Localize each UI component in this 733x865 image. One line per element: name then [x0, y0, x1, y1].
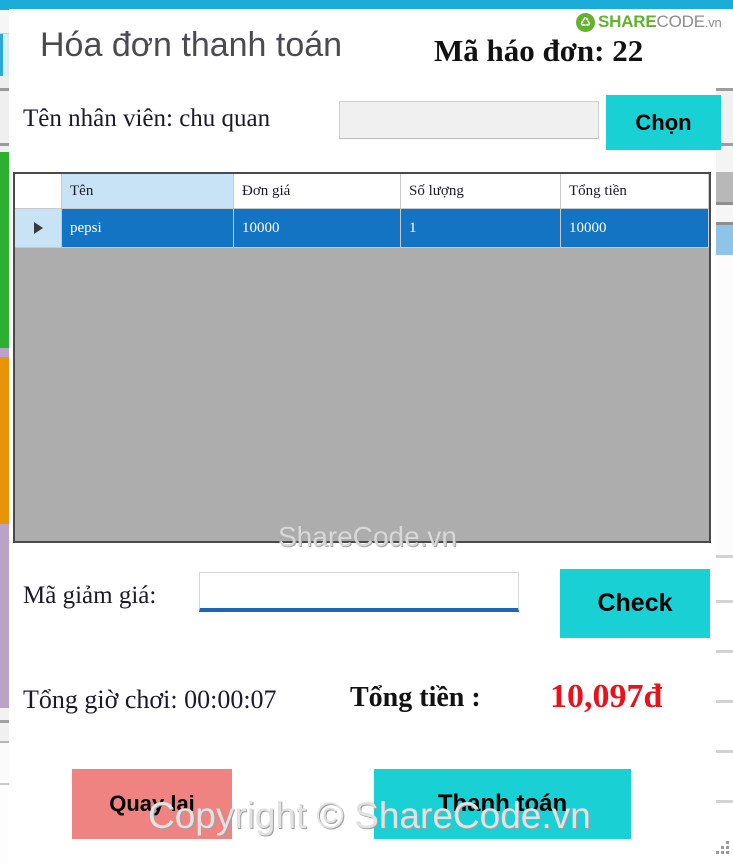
invoice-items-grid[interactable]: Tên Đơn giá Số lượng Tổng tiền pepsi 100… [13, 172, 711, 543]
table-header-row: Tên Đơn giá Số lượng Tổng tiền [15, 174, 709, 209]
window-title-bar [9, 0, 733, 9]
grand-total-label: Tổng tiền : [350, 682, 481, 713]
bg-strip-segment [714, 750, 733, 753]
column-header-ten[interactable]: Tên [61, 174, 234, 209]
check-button[interactable]: Check [560, 569, 710, 638]
grand-total-value: 10,097đ [550, 678, 663, 715]
page-title: Hóa đơn thanh toán [40, 26, 343, 64]
bg-strip-segment [714, 225, 733, 255]
logo-vn-text: .vn [704, 15, 722, 30]
cell-tong-tien[interactable]: 10000 [560, 208, 709, 248]
logo-share-text: SHARE [598, 12, 657, 31]
invoice-items-table: Tên Đơn giá Số lượng Tổng tiền pepsi 100… [15, 174, 709, 248]
cell-so-luong[interactable]: 1 [400, 208, 561, 248]
recycle-icon: ♺ [576, 12, 595, 32]
cell-don-gia[interactable]: 10000 [233, 208, 401, 248]
bg-strip-segment [714, 172, 733, 202]
discount-code-label: Mã giảm giá: [23, 582, 157, 609]
pay-button[interactable]: Thanh toán [374, 769, 631, 839]
discount-code-input[interactable] [199, 572, 519, 612]
resize-grip[interactable] [713, 838, 733, 858]
bg-strip-segment [714, 600, 733, 603]
bg-strip-segment [714, 650, 733, 653]
column-header-so-luong[interactable]: Số lượng [400, 174, 561, 209]
invoice-form-window: ♺ SHARECODE.vn Hóa đơn thanh toán Mã háo… [9, 0, 733, 865]
column-header-don-gia[interactable]: Đơn giá [233, 174, 401, 209]
bg-strip-segment [714, 205, 733, 222]
choose-button[interactable]: Chọn [606, 95, 721, 150]
logo-code-text: CODE [656, 12, 706, 31]
logo-text: SHARECODE.vn [598, 12, 722, 32]
employee-name-label: Tên nhân viên: chu quan [23, 105, 271, 132]
column-header-rowselector[interactable] [15, 174, 62, 209]
column-header-tong-tien[interactable]: Tổng tiền [560, 174, 709, 209]
bg-strip-segment [714, 555, 733, 558]
bg-strip-segment [714, 800, 733, 803]
cell-ten[interactable]: pepsi [61, 208, 234, 248]
sharecode-logo: ♺ SHARECODE.vn [576, 11, 722, 33]
invoice-code-label: Mã háo đơn: 22 [434, 33, 644, 68]
employee-search-input[interactable] [339, 101, 599, 139]
table-row[interactable]: pepsi 10000 1 10000 [15, 208, 709, 248]
play-time-label: Tổng giờ chơi: 00:00:07 [23, 685, 277, 714]
row-selector-arrow-icon[interactable] [15, 208, 62, 248]
bg-strip-segment [714, 255, 733, 555]
bg-strip-segment [714, 700, 733, 703]
back-button[interactable]: Quay lai [72, 769, 232, 839]
